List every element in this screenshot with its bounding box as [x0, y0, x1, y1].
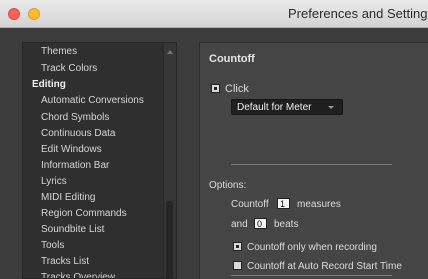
sidebar-item[interactable]: Track Colors — [41, 63, 97, 74]
countoff-settings-panel: Countoff Click Default for Meter Options… — [199, 42, 428, 279]
beats-label: beats — [274, 219, 299, 230]
minimize-window-button[interactable] — [28, 8, 40, 20]
click-checkbox[interactable] — [211, 84, 220, 93]
measures-input[interactable]: 1 — [277, 198, 290, 209]
options-label: Options: — [209, 180, 247, 191]
sidebar-item[interactable]: Themes — [41, 46, 77, 57]
sidebar-item[interactable]: Lyrics — [41, 176, 67, 187]
sidebar-item[interactable]: Tracks List — [41, 256, 89, 267]
preferences-sidebar: Themes Track Colors Editing Automatic Conve… — [22, 42, 177, 279]
divider — [231, 275, 392, 276]
countoff-only-recording-row[interactable]: Countoff only when recording — [233, 242, 377, 253]
and-label: and — [231, 219, 248, 230]
measures-label: measures — [297, 199, 341, 210]
click-checkbox-row[interactable]: Click — [211, 83, 249, 95]
window-title: Preferences and Settings — [288, 6, 428, 21]
beats-input[interactable]: 0 — [254, 218, 267, 229]
sidebar-item[interactable]: Continuous Data — [41, 128, 116, 139]
sidebar-item[interactable]: Tools — [41, 240, 64, 251]
countoff-auto-record-label: Countoff at Auto Record Start Time — [247, 261, 402, 272]
section-title: Countoff — [209, 53, 255, 65]
sidebar-item[interactable]: Edit Windows — [41, 144, 102, 155]
sidebar-scroll-thumb[interactable] — [166, 201, 173, 278]
scroll-up-arrow-icon[interactable] — [167, 50, 173, 54]
countoff-only-recording-checkbox[interactable] — [233, 242, 242, 251]
preferences-content: Themes Track Colors Editing Automatic Conve… — [0, 29, 428, 279]
sidebar-item[interactable]: Tracks Overview — [41, 272, 115, 278]
chevron-down-icon — [328, 106, 334, 109]
countoff-only-recording-label: Countoff only when recording — [247, 242, 377, 253]
sidebar-item[interactable]: MIDI Editing — [41, 192, 95, 203]
meter-select-value: Default for Meter — [237, 102, 312, 113]
sidebar-item[interactable]: Automatic Conversions — [41, 95, 144, 106]
sidebar-item[interactable]: Soundbite List — [41, 224, 104, 235]
close-window-button[interactable] — [8, 8, 20, 20]
countoff-auto-record-row[interactable]: Countoff at Auto Record Start Time — [233, 261, 402, 272]
countoff-label: Countoff — [231, 199, 269, 210]
sidebar-item[interactable]: Chord Symbols — [41, 112, 109, 123]
title-bar: Preferences and Settings — [0, 0, 428, 28]
meter-select[interactable]: Default for Meter — [231, 99, 343, 115]
sidebar-item[interactable]: Region Commands — [41, 208, 127, 219]
sidebar-section-header[interactable]: Editing — [32, 79, 66, 90]
sidebar-item[interactable]: Information Bar — [41, 160, 109, 171]
click-label: Click — [225, 83, 249, 95]
divider — [231, 164, 392, 165]
countoff-auto-record-checkbox[interactable] — [233, 261, 242, 270]
